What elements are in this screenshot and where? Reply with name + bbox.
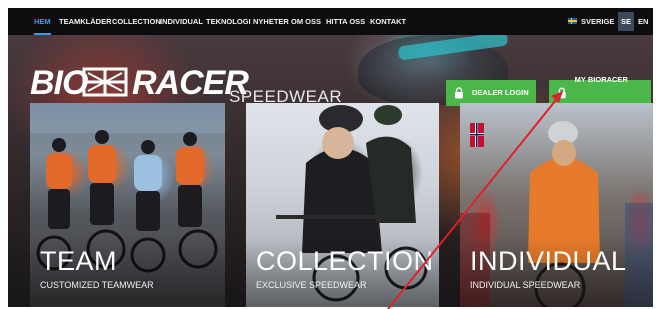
top-navigation-bar: HEM TEAMKLÄDER COLLECTION INDIVIDUAL TEK… (8, 8, 653, 35)
nav-item-collection[interactable]: COLLECTION (112, 8, 161, 35)
nav-item-hitta-oss[interactable]: HITTA OSS (326, 8, 365, 35)
nav-item-hem[interactable]: HEM (34, 8, 51, 35)
website-screenshot: HEM TEAMKLÄDER COLLECTION INDIVIDUAL TEK… (8, 8, 653, 307)
lock-icon (455, 87, 463, 99)
tile-individual-subtitle: INDIVIDUAL SPEEDWEAR (470, 280, 581, 290)
sweden-flag-icon[interactable] (568, 18, 577, 24)
tile-collection-title: COLLECTION (256, 246, 434, 276)
logo-emblem-icon (82, 67, 128, 97)
language-en-button[interactable]: EN (638, 8, 648, 35)
lock-icon (557, 87, 566, 99)
nav-item-individual[interactable]: INDIVIDUAL (160, 8, 203, 35)
language-country[interactable]: SVERIGE (581, 8, 614, 35)
tile-collection[interactable]: COLLECTION EXCLUSIVE SPEEDWEAR (246, 103, 439, 307)
bioracer-logo[interactable]: BIO RACER (30, 55, 249, 109)
tile-team-title: TEAM (40, 246, 118, 276)
tile-individual[interactable]: INDIVIDUAL INDIVIDUAL SPEEDWEAR (460, 103, 653, 307)
tile-individual-title: INDIVIDUAL (470, 246, 627, 276)
tile-team-subtitle: CUSTOMIZED TEAMWEAR (40, 280, 154, 290)
nav-item-om-oss[interactable]: OM OSS (291, 8, 321, 35)
logo-text-bio: BIO (30, 64, 88, 102)
nav-item-teamklader[interactable]: TEAMKLÄDER (59, 8, 112, 35)
tile-collection-subtitle: EXCLUSIVE SPEEDWEAR (256, 280, 367, 290)
nav-item-teknologi[interactable]: TEKNOLOGI (206, 8, 251, 35)
nav-item-kontakt[interactable]: KONTAKT (370, 8, 406, 35)
tile-team[interactable]: TEAM CUSTOMIZED TEAMWEAR (30, 103, 225, 307)
nav-item-nyheter[interactable]: NYHETER (253, 8, 289, 35)
language-se-button[interactable]: SE (618, 12, 634, 31)
